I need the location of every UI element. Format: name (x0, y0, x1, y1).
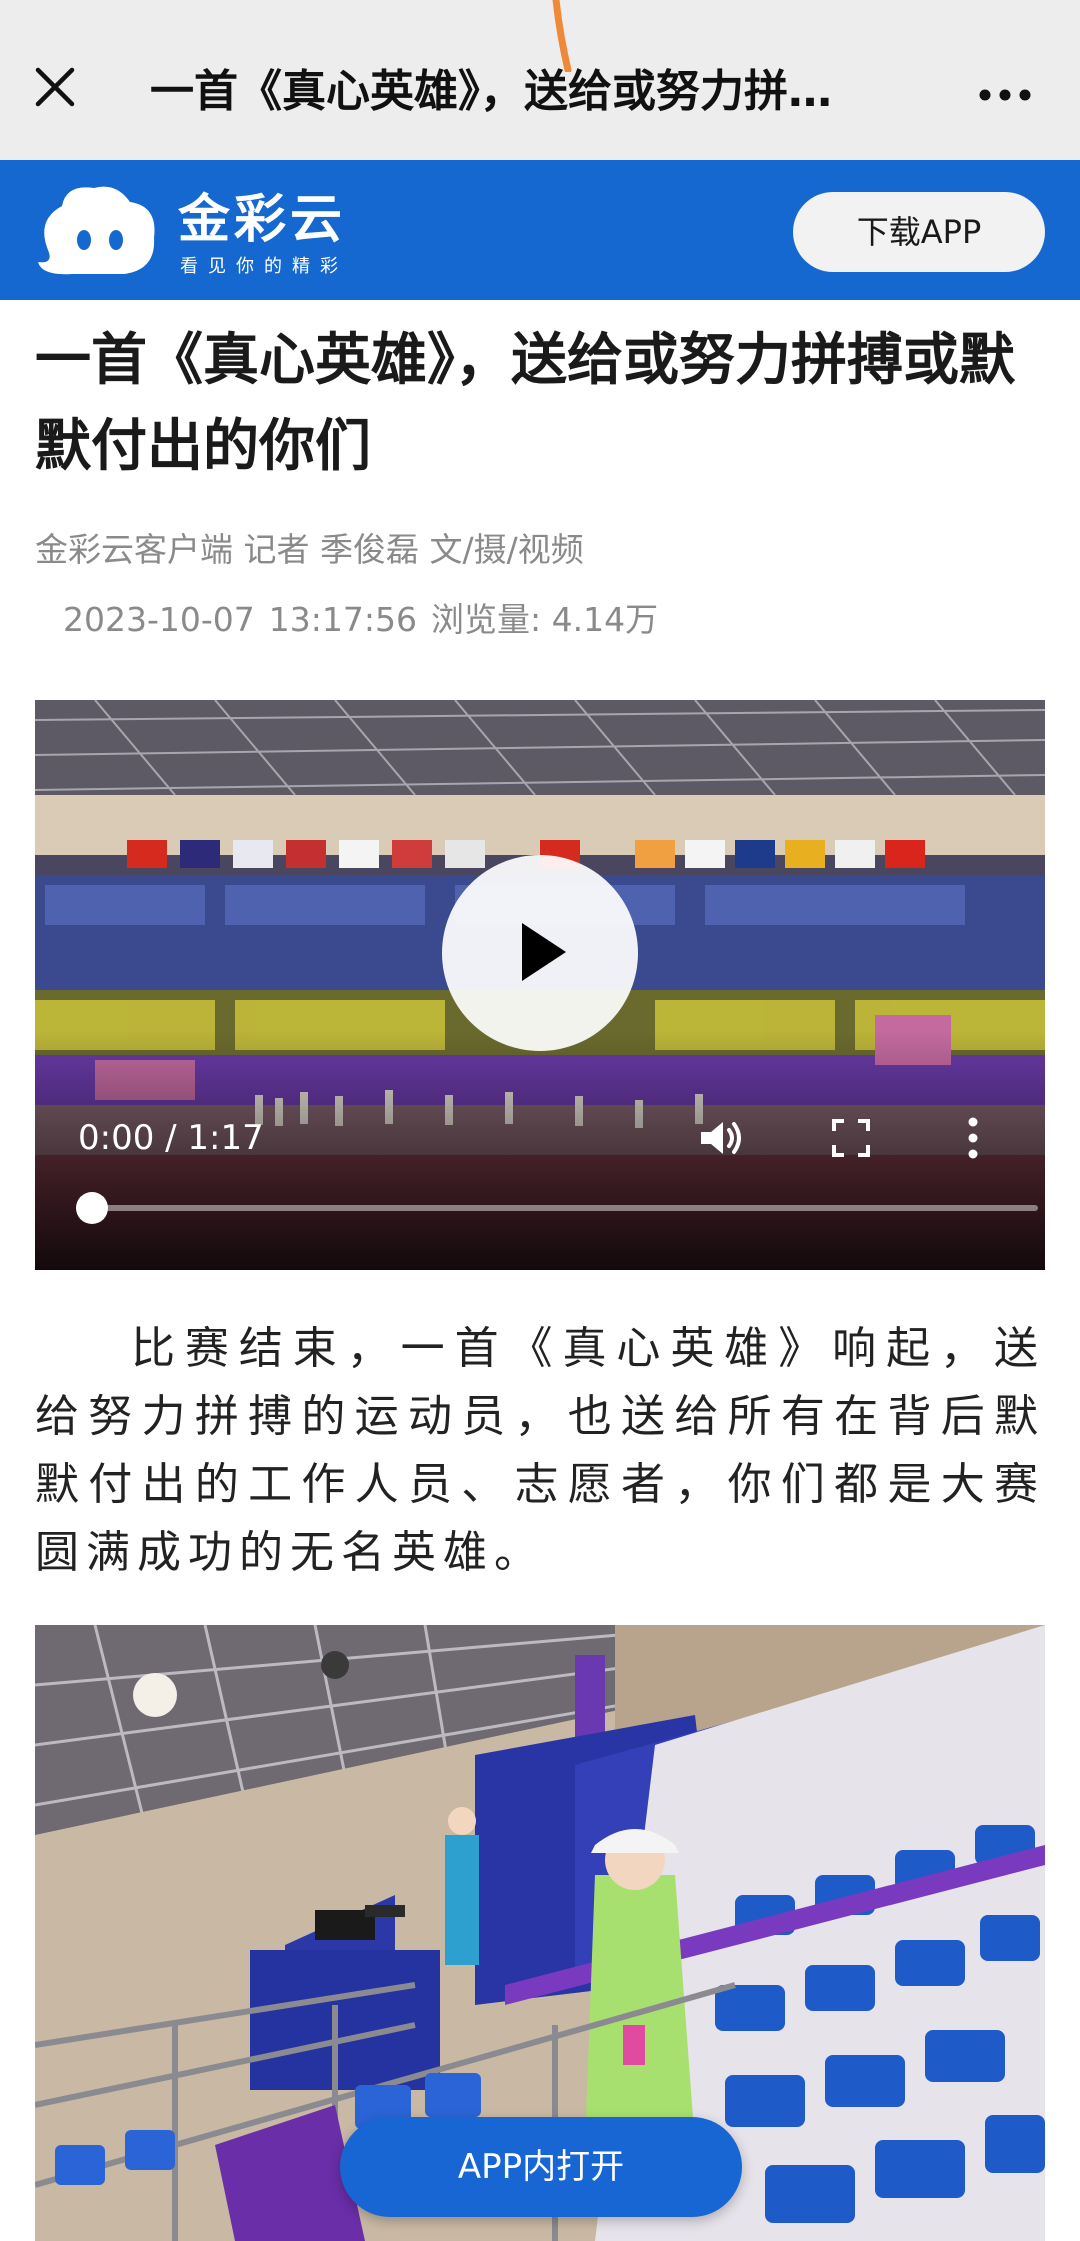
article-headline: 一首《真心英雄》，送给或努力拼搏或默默付出的你们 (35, 328, 1015, 479)
volume-icon[interactable] (697, 1114, 745, 1162)
article-byline: 金彩云客户端 记者 季俊磊 文/摄/视频 (35, 530, 584, 569)
more-dots-icon[interactable] (975, 70, 1035, 120)
article-paragraph: 比赛结束，一首《真心英雄》响起，送给努力拼搏的运动员，也送给所有在背后默默付出的… (35, 1323, 1045, 1578)
play-icon (522, 923, 566, 981)
article-page: 一首《真心英雄》，送给或努力拼… 金彩云 看见你的精彩 下载APP 一首《真心英… (0, 0, 1080, 2241)
fullscreen-icon[interactable] (831, 1118, 871, 1158)
view-count: 浏览量: 4.14万 (431, 600, 659, 639)
video-time: 0:00 / 1:17 (78, 1118, 264, 1158)
publish-time: 13:17:56 (268, 600, 417, 639)
brand-name: 金彩云 (178, 190, 347, 250)
more-vertical-icon[interactable] (963, 1116, 983, 1160)
brand-banner: 金彩云 看见你的精彩 下载APP (0, 160, 1080, 300)
publish-date: 2023-10-07 (63, 600, 255, 639)
video-player[interactable]: 0:00 / 1:17 (35, 700, 1045, 1270)
open-in-app-button[interactable]: APP内打开 (340, 2117, 742, 2217)
brand-slogan: 看见你的精彩 (180, 256, 348, 277)
download-app-button[interactable]: 下载APP (793, 192, 1045, 272)
video-progress-bar[interactable] (93, 1205, 1038, 1211)
logo-mascot-icon (38, 186, 155, 275)
page-title: 一首《真心英雄》，送给或努力拼… (150, 66, 832, 117)
browser-top-bar: 一首《真心英雄》，送给或努力拼… (0, 0, 1080, 160)
video-progress-thumb[interactable] (76, 1192, 108, 1224)
close-icon[interactable] (30, 62, 80, 112)
article-meta: 2023-10-07 13:17:56 浏览量: 4.14万 (63, 598, 1043, 642)
play-button[interactable] (442, 855, 638, 1051)
